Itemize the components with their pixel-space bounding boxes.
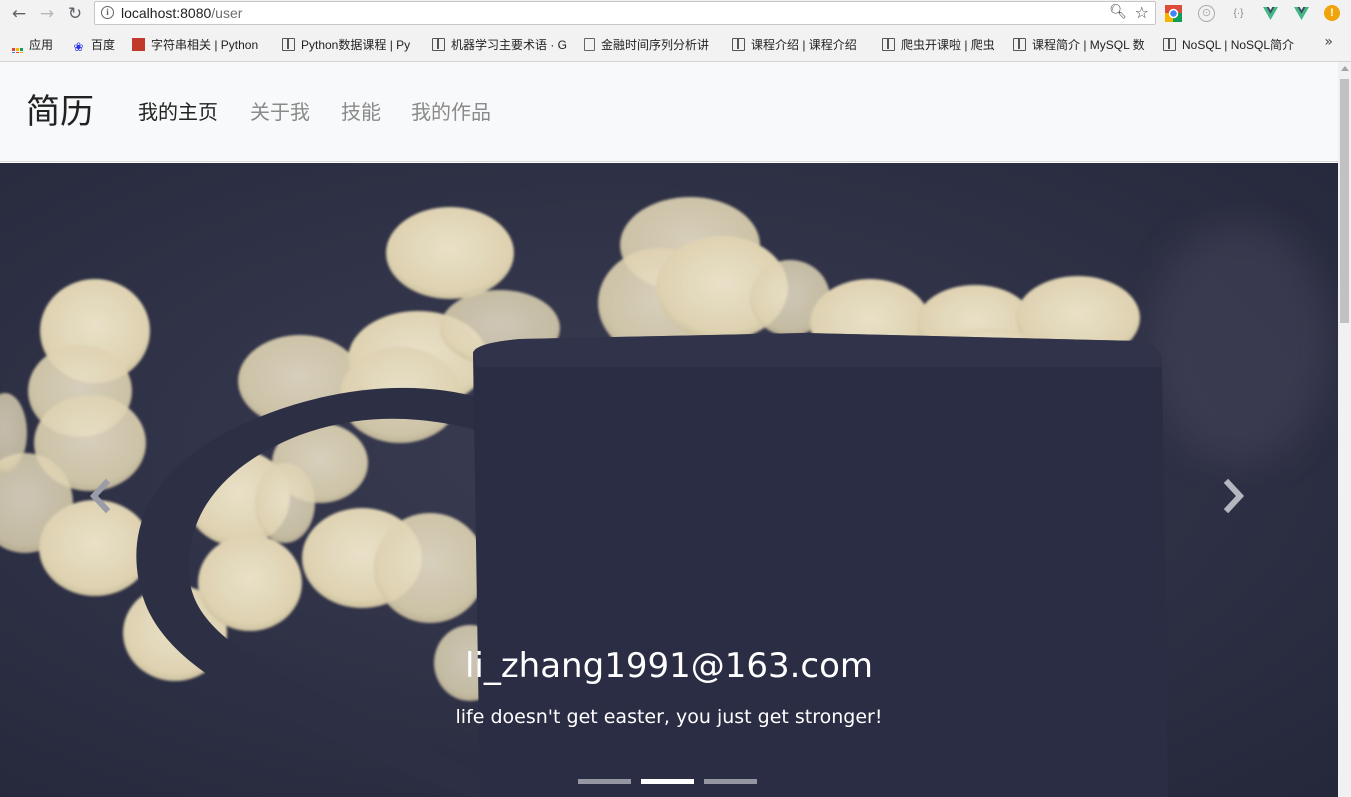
alert-icon[interactable]: ! — [1324, 5, 1340, 21]
book-icon — [732, 38, 745, 51]
bookmark-label: 应用 — [29, 38, 54, 52]
bookmark-label: 百度 — [91, 38, 116, 52]
carousel-caption-text: life doesn't get easter, you just get st… — [455, 706, 883, 728]
carousel-indicators — [578, 779, 758, 785]
bookmarks-bar: 应用 ❀ 百度 字符串相关 | Python Python数据课程 | Py 机器… — [0, 28, 1351, 62]
chevron-left-icon — [89, 478, 111, 514]
bookmark-label: 爬虫开课啦 | 爬虫 — [901, 38, 995, 52]
bookmark-label: 金融时间序列分析讲 — [601, 38, 710, 52]
slide-image-bokeh-mug — [0, 163, 1338, 797]
forward-icon[interactable]: → — [36, 3, 58, 25]
zoom-icon[interactable]: 🔍︎ — [1109, 4, 1127, 20]
carousel-caption-title: li_zhang1991@163.com — [464, 646, 874, 686]
browser-toolbar: ← → ↻ i localhost:8080/user 🔍︎ ☆ ⊙ {·} ! — [0, 0, 1351, 28]
extension-json-icon[interactable]: {·} — [1230, 5, 1247, 22]
bookmark-apps[interactable]: 应用 — [12, 37, 64, 53]
book-icon — [1013, 38, 1026, 51]
bookmark-ml-terms[interactable]: 机器学习主要术语 · G — [432, 37, 572, 53]
baidu-paw-icon: ❀ — [73, 40, 84, 54]
bookmark-baidu[interactable]: ❀ 百度 — [72, 37, 124, 53]
url-host: localhost:8080 — [121, 5, 212, 21]
nav-link-skills[interactable]: 技能 — [341, 99, 381, 125]
bookmark-python-data[interactable]: Python数据课程 | Py — [282, 37, 422, 53]
brand-title[interactable]: 简历 — [26, 92, 94, 132]
bookmark-crawler[interactable]: 爬虫开课啦 | 爬虫 — [882, 37, 1004, 53]
bookmark-string-python[interactable]: 字符串相关 | Python — [132, 37, 270, 53]
bookmark-finance-ts[interactable]: 金融时间序列分析讲 — [584, 37, 720, 53]
url-path: /user — [211, 5, 243, 21]
page-scrollbar[interactable] — [1338, 62, 1351, 797]
book-icon — [432, 38, 445, 51]
bookmark-course-intro[interactable]: 课程介绍 | 课程介绍 — [732, 37, 870, 53]
extension-chrome-icon[interactable] — [1165, 5, 1182, 22]
carousel-indicator-active[interactable] — [641, 779, 694, 784]
nav-link-home[interactable]: 我的主页 — [138, 99, 218, 125]
site-favicon — [132, 38, 145, 51]
book-icon — [1163, 38, 1176, 51]
bookmark-label: 课程简介 | MySQL 数 — [1032, 38, 1145, 52]
carousel-prev-button[interactable] — [68, 453, 128, 543]
bookmark-label: 课程介绍 | 课程介绍 — [751, 38, 857, 52]
book-icon — [882, 38, 895, 51]
hero-carousel: li_zhang1991@163.com life doesn't get ea… — [0, 163, 1338, 797]
extension-vue-devtools-icon[interactable] — [1262, 5, 1279, 22]
site-info-icon[interactable]: i — [101, 6, 114, 19]
extension-vue-icon[interactable] — [1293, 5, 1310, 22]
apps-icon — [12, 48, 23, 53]
nav-link-about[interactable]: 关于我 — [250, 99, 310, 125]
extension-circle-icon[interactable]: ⊙ — [1198, 5, 1215, 22]
chevron-right-icon — [1223, 478, 1245, 514]
carousel-indicator[interactable] — [704, 779, 757, 784]
bookmark-label: 机器学习主要术语 · G — [451, 38, 567, 52]
scroll-up-arrow-icon[interactable] — [1341, 66, 1349, 71]
bookmark-label: 字符串相关 | Python — [151, 38, 259, 52]
bookmark-nosql[interactable]: NoSQL | NoSQL简介 — [1163, 37, 1303, 53]
bookmark-label: Python数据课程 | Py — [301, 38, 411, 52]
bookmark-mysql[interactable]: 课程简介 | MySQL 数 — [1013, 37, 1153, 53]
more-bookmarks-icon[interactable]: » — [1324, 34, 1333, 50]
carousel-next-button[interactable] — [1206, 453, 1266, 543]
carousel-indicator[interactable] — [578, 779, 631, 784]
address-bar[interactable]: i localhost:8080/user 🔍︎ ☆ — [94, 1, 1156, 25]
nav-link-works[interactable]: 我的作品 — [411, 99, 491, 125]
url-text: localhost:8080/user — [121, 5, 242, 21]
file-icon — [584, 38, 595, 51]
book-icon — [282, 38, 295, 51]
site-navbar: 简历 我的主页 关于我 技能 我的作品 — [0, 62, 1338, 162]
reload-icon[interactable]: ↻ — [64, 3, 86, 25]
bookmark-star-icon[interactable]: ☆ — [1135, 3, 1149, 22]
bookmark-label: NoSQL | NoSQL简介 — [1182, 38, 1295, 52]
scroll-thumb[interactable] — [1340, 79, 1349, 323]
back-icon[interactable]: ← — [8, 3, 30, 25]
